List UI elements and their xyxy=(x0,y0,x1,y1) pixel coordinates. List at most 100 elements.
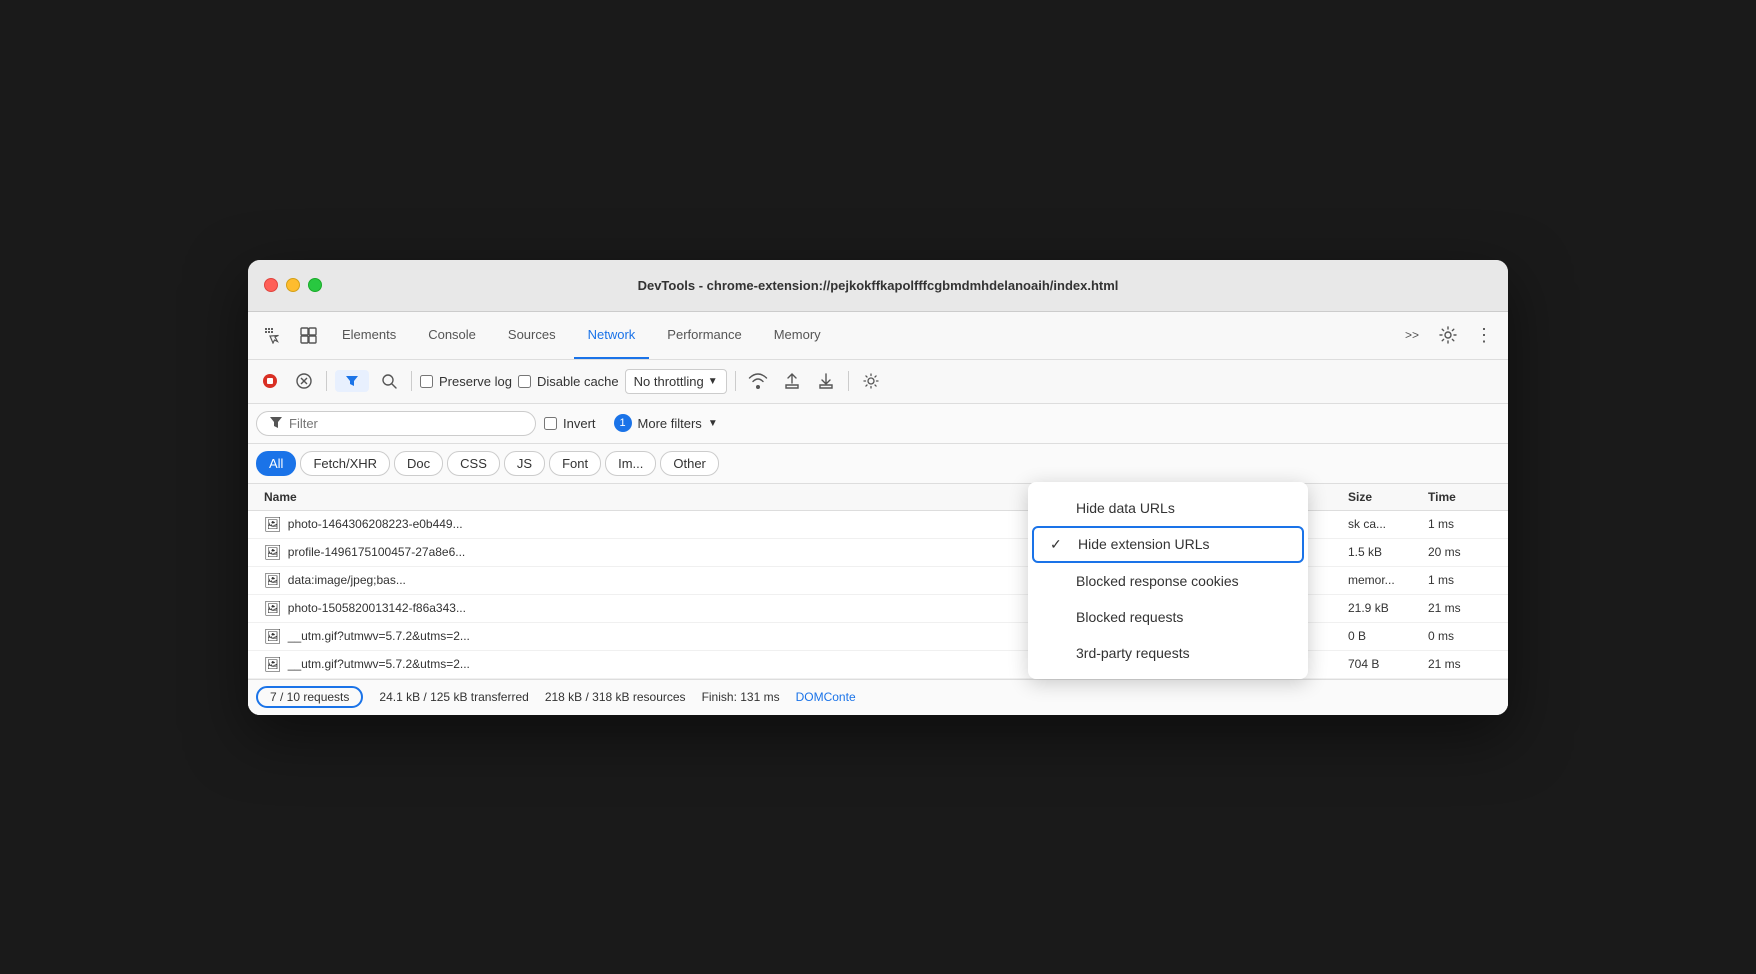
type-tab-css[interactable]: CSS xyxy=(447,451,500,476)
type-tabs: All Fetch/XHR Doc CSS JS Font Im xyxy=(248,444,1508,484)
dropdown-item-blocked-requests[interactable]: Blocked requests xyxy=(1028,599,1308,635)
clear-btn[interactable] xyxy=(290,367,318,395)
wifi-icon xyxy=(748,373,768,389)
hide-extension-urls-checkmark: ✓ xyxy=(1050,536,1066,553)
tab-performance[interactable]: Performance xyxy=(653,311,755,359)
type-tab-doc[interactable]: Doc xyxy=(394,451,443,476)
header-name[interactable]: Name xyxy=(256,484,1060,510)
cell-time-1: 20 ms xyxy=(1420,540,1500,564)
network-settings-btn[interactable] xyxy=(857,367,885,395)
status-bar: 7 / 10 requests 24.1 kB / 125 kB transfe… xyxy=(248,679,1508,715)
disable-cache-label[interactable]: Disable cache xyxy=(518,374,619,389)
search-btn[interactable] xyxy=(375,367,403,395)
cell-time-0: 1 ms xyxy=(1420,512,1500,536)
table-row[interactable]: 🖼 data:image/jpeg;bas... 200 memor... 1 … xyxy=(248,567,1508,595)
toolbar-divider-2 xyxy=(411,371,412,391)
header-size[interactable]: Size xyxy=(1340,484,1420,510)
header-time[interactable]: Time xyxy=(1420,484,1500,510)
preserve-log-checkbox[interactable] xyxy=(420,375,433,388)
chevron-down-icon: ▼ xyxy=(708,376,718,387)
blocked-response-cookies-checkmark xyxy=(1048,573,1064,589)
file-icon-5: 🖼 xyxy=(264,656,282,673)
more-filters-btn[interactable]: 1 More filters ▼ xyxy=(604,410,728,436)
titlebar: DevTools - chrome-extension://pejkokffka… xyxy=(248,260,1508,312)
tab-memory[interactable]: Memory xyxy=(760,311,835,359)
cell-name-5: 🖼 __utm.gif?utmwv=5.7.2&utms=2... xyxy=(256,651,1060,678)
table-row[interactable]: 🖼 __utm.gif?utmwv=5.7.2&utms=2... 307 0 … xyxy=(248,623,1508,651)
more-filters-badge: 1 xyxy=(614,414,632,432)
invert-checkbox[interactable] xyxy=(544,417,557,430)
tab-elements[interactable]: Elements xyxy=(328,311,410,359)
devtools-window: DevTools - chrome-extension://pejkokffka… xyxy=(248,260,1508,715)
filter-funnel-icon xyxy=(269,416,283,430)
import-btn[interactable] xyxy=(778,367,806,395)
type-tab-img[interactable]: Im... xyxy=(605,451,656,476)
cell-time-2: 1 ms xyxy=(1420,568,1500,592)
dom-content: DOMConte xyxy=(796,690,856,704)
tab-sources[interactable]: Sources xyxy=(494,311,570,359)
dropdown-item-blocked-response-cookies[interactable]: Blocked response cookies xyxy=(1028,563,1308,599)
type-tab-all[interactable]: All xyxy=(256,451,296,476)
cell-time-3: 21 ms xyxy=(1420,596,1500,620)
cell-size-4: 0 B xyxy=(1340,624,1420,648)
maximize-button[interactable] xyxy=(308,278,322,292)
more-filters-chevron-icon: ▼ xyxy=(708,418,718,429)
dropdown-item-hide-data-urls[interactable]: Hide data URLs xyxy=(1028,490,1308,526)
network-table: Name Status Type Initiator Size Time 🖼 p… xyxy=(248,484,1508,679)
cell-time-4: 0 ms xyxy=(1420,624,1500,648)
type-tab-fetch-xhr[interactable]: Fetch/XHR xyxy=(300,451,390,476)
dropdown-item-third-party-requests[interactable]: 3rd-party requests xyxy=(1028,635,1308,671)
cell-name-2: 🖼 data:image/jpeg;bas... xyxy=(256,567,1060,594)
menu-btn[interactable]: ⋮ xyxy=(1468,319,1500,351)
toolbar: Preserve log Disable cache No throttling… xyxy=(248,360,1508,404)
hide-data-urls-checkmark xyxy=(1048,500,1064,516)
top-nav: Elements Console Sources Network Perform… xyxy=(248,312,1508,360)
filter-btn[interactable] xyxy=(335,370,369,392)
file-icon-1: 🖼 xyxy=(264,544,282,561)
file-icon-0: 🖼 xyxy=(264,516,282,533)
invert-label[interactable]: Invert xyxy=(544,416,596,431)
network-conditions-btn[interactable] xyxy=(744,367,772,395)
toolbar-divider-4 xyxy=(848,371,849,391)
resources-size: 218 kB / 318 kB resources xyxy=(545,690,686,704)
more-filters-dropdown: Hide data URLs ✓ Hide extension URLs Blo… xyxy=(1028,482,1308,679)
cell-size-1: 1.5 kB xyxy=(1340,540,1420,564)
preserve-log-label[interactable]: Preserve log xyxy=(420,374,512,389)
close-button[interactable] xyxy=(264,278,278,292)
upload-icon xyxy=(784,373,800,389)
table-row[interactable]: 🖼 photo-1505820013142-f86a343... 200 21.… xyxy=(248,595,1508,623)
gear-icon xyxy=(863,373,879,389)
cell-size-0: sk ca... xyxy=(1340,512,1420,536)
table-row[interactable]: 🖼 profile-1496175100457-27a8e6... 200 1.… xyxy=(248,539,1508,567)
export-btn[interactable] xyxy=(812,367,840,395)
window-title: DevTools - chrome-extension://pejkokffka… xyxy=(638,278,1119,293)
more-tabs-btn[interactable]: >> xyxy=(1396,319,1428,351)
dropdown-item-hide-extension-urls[interactable]: ✓ Hide extension URLs xyxy=(1032,526,1304,563)
type-tab-other[interactable]: Other xyxy=(660,451,719,476)
throttle-dropdown[interactable]: No throttling ▼ xyxy=(625,369,727,394)
type-tab-font[interactable]: Font xyxy=(549,451,601,476)
cursor-icon-btn[interactable] xyxy=(256,319,288,351)
type-tabs-container: All Fetch/XHR Doc CSS JS Font Im xyxy=(248,444,1508,484)
cell-name-1: 🖼 profile-1496175100457-27a8e6... xyxy=(256,539,1060,566)
minimize-button[interactable] xyxy=(286,278,300,292)
blocked-requests-checkmark xyxy=(1048,609,1064,625)
cell-size-2: memor... xyxy=(1340,568,1420,592)
table-row[interactable]: 🖼 __utm.gif?utmwv=5.7.2&utms=2... 200 gi… xyxy=(248,651,1508,679)
download-icon xyxy=(818,373,834,389)
table-row[interactable]: 🖼 photo-1464306208223-e0b449... 200 sk c… xyxy=(248,511,1508,539)
type-tab-js[interactable]: JS xyxy=(504,451,545,476)
settings-btn[interactable] xyxy=(1432,319,1464,351)
file-icon-3: 🖼 xyxy=(264,600,282,617)
tab-network[interactable]: Network xyxy=(574,311,650,359)
third-party-requests-checkmark xyxy=(1048,645,1064,661)
tab-console[interactable]: Console xyxy=(414,311,490,359)
stop-recording-btn[interactable] xyxy=(256,367,284,395)
file-icon-2: 🖼 xyxy=(264,572,282,589)
disable-cache-checkbox[interactable] xyxy=(518,375,531,388)
filter-input[interactable] xyxy=(289,416,509,431)
cell-time-5: 21 ms xyxy=(1420,652,1500,676)
element-picker-btn[interactable] xyxy=(292,319,324,351)
cell-size-3: 21.9 kB xyxy=(1340,596,1420,620)
stop-icon xyxy=(262,373,278,389)
